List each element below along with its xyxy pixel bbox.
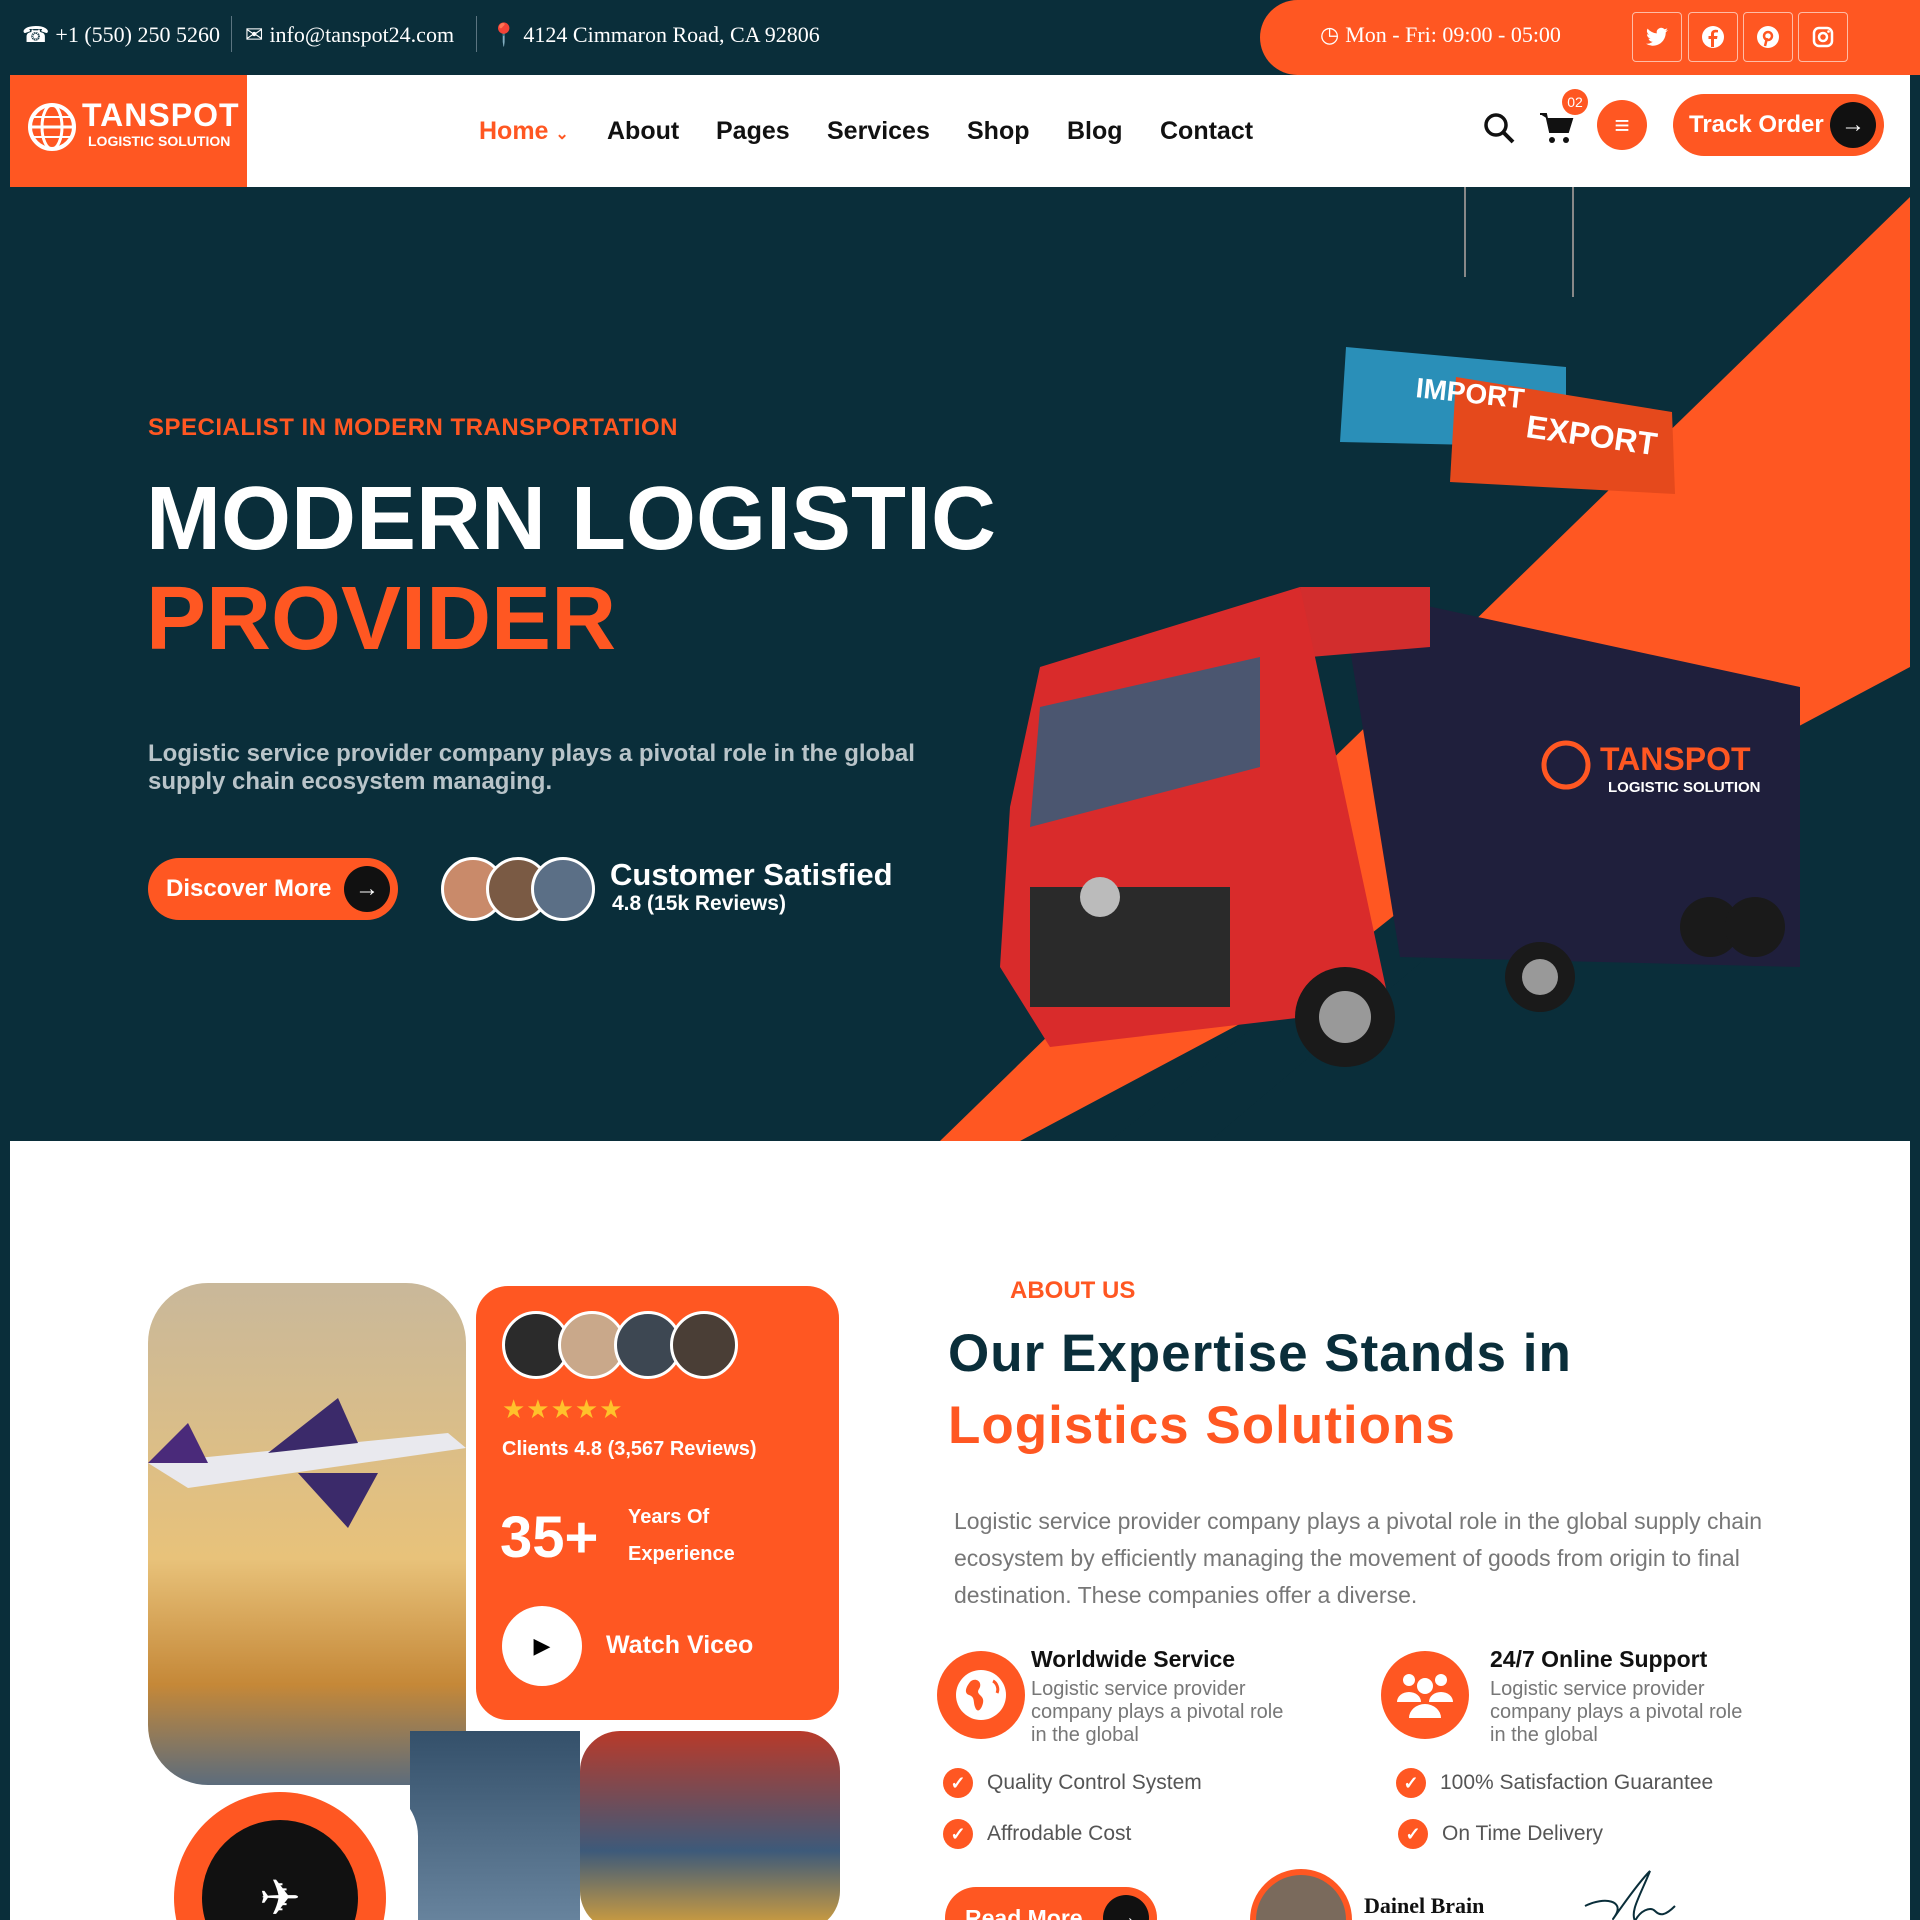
truck-logo-tagline: LOGISTIC SOLUTION	[1608, 779, 1761, 796]
cart-count-badge: 02	[1562, 89, 1588, 115]
checklist-item: ✓ Quality Control System	[943, 1768, 1202, 1798]
arrow-right-icon: →	[1103, 1895, 1149, 1920]
search-icon[interactable]	[1482, 111, 1516, 145]
check-icon: ✓	[1398, 1819, 1428, 1849]
feature-title: Worldwide Service	[1031, 1646, 1236, 1672]
divider	[231, 16, 232, 52]
author-avatar	[1250, 1869, 1352, 1920]
facebook-icon[interactable]	[1688, 12, 1738, 62]
customer-satisfied-title: Customer Satisfied	[610, 857, 893, 892]
nav-about[interactable]: About	[607, 117, 679, 146]
play-icon: ▶	[533, 1633, 551, 1658]
check-icon: ✓	[1396, 1768, 1426, 1798]
nav-blog[interactable]: Blog	[1067, 117, 1123, 146]
arrow-right-icon: →	[1830, 102, 1876, 148]
train-image	[580, 1731, 840, 1920]
divider	[476, 16, 477, 52]
track-order-button[interactable]: Track Order →	[1673, 94, 1884, 156]
check-icon: ✓	[943, 1768, 973, 1798]
signature-image	[1584, 1870, 1676, 1920]
users-icon	[1381, 1651, 1469, 1739]
checklist-label: 100% Satisfaction Guarantee	[1440, 1771, 1714, 1794]
checklist-label: Affrodable Cost	[987, 1822, 1132, 1845]
cart-icon[interactable]	[1538, 111, 1574, 145]
nav-pages[interactable]: Pages	[716, 117, 790, 146]
envelope-icon: ✉	[245, 22, 264, 47]
map-pin-icon: 📍	[490, 22, 518, 47]
play-video-button[interactable]: ▶	[502, 1606, 582, 1686]
client-avatars	[502, 1311, 738, 1379]
customer-avatars	[441, 857, 601, 921]
hours: ◷ Mon - Fri: 09:00 - 05:00	[1320, 22, 1561, 47]
hero-description: Logistic service provider company plays …	[148, 740, 915, 795]
phone-contact[interactable]: ☎ +1 (550) 250 5260	[22, 22, 220, 48]
about-title-line2: Logistics Solutions	[948, 1396, 1456, 1455]
checklist-item: ✓ On Time Delivery	[1398, 1819, 1603, 1849]
logo[interactable]: TANSPOT LOGISTIC SOLUTION	[10, 75, 247, 187]
avatar	[531, 857, 595, 921]
truck-logo-name: TANSPOT	[1600, 741, 1751, 777]
check-icon: ✓	[943, 1819, 973, 1849]
nav-home-label: Home	[479, 117, 549, 145]
address: 📍 4124 Cimmaron Road, CA 92806	[490, 22, 820, 47]
chevron-down-icon: ⌄	[555, 126, 569, 143]
stats-card: ★★★★★ Clients 4.8 (3,567 Reviews) 35+ Ye…	[468, 1278, 847, 1728]
read-more-button[interactable]: Read More →	[945, 1887, 1157, 1920]
hero-section: IMPORT EXPORT TANSPOT LOGISTIC SOLUTION …	[10, 187, 1910, 1141]
checklist-item: ✓ 100% Satisfaction Guarantee	[1396, 1768, 1713, 1798]
feature-text: Logistic service provider company plays …	[1490, 1678, 1743, 1746]
globe-icon	[937, 1651, 1025, 1739]
nav-services[interactable]: Services	[827, 117, 930, 146]
hamburger-icon: ≡	[1614, 109, 1630, 140]
about-title-line1: Our Expertise Stands in	[948, 1324, 1572, 1383]
star-rating: ★★★★★	[502, 1394, 624, 1424]
track-order-label: Track Order	[1689, 111, 1824, 138]
menu-toggle-button[interactable]: ≡	[1597, 100, 1647, 150]
nav-home[interactable]: Home ⌄	[479, 117, 569, 146]
feature-title: 24/7 Online Support	[1490, 1646, 1708, 1672]
clock-icon: ◷	[1320, 22, 1340, 47]
hero-title-line1: MODERN LOGISTIC	[146, 469, 996, 569]
checklist-label: On Time Delivery	[1442, 1822, 1604, 1845]
author-name: Dainel Brain	[1364, 1893, 1485, 1918]
top-bar: ☎ +1 (550) 250 5260 ✉ info@tanspot24.com 📍…	[0, 0, 1920, 75]
twitter-icon[interactable]	[1632, 12, 1682, 62]
customer-rating: 4.8 (15k Reviews)	[612, 892, 786, 915]
discover-more-label: Discover More	[166, 875, 332, 902]
hero-eyebrow: SPECIALIST IN MODERN TRANSPORTATION	[148, 414, 678, 441]
about-description: Logistic service provider company plays …	[954, 1508, 1762, 1608]
watch-video-link[interactable]: Watch Viceo	[606, 1631, 753, 1660]
instagram-icon[interactable]	[1798, 12, 1848, 62]
about-section: ★★★★★ Clients 4.8 (3,567 Reviews) 35+ Ye…	[10, 1141, 1910, 1920]
years-label: Years Of	[628, 1506, 710, 1528]
nav-contact[interactable]: Contact	[1160, 117, 1253, 146]
pinterest-icon[interactable]	[1743, 12, 1793, 62]
logo-name: TANSPOT	[82, 97, 240, 133]
phone-icon: ☎	[22, 22, 50, 47]
about-eyebrow: ABOUT US	[1010, 1277, 1136, 1304]
globe-logo-icon	[28, 103, 76, 151]
experience-label: Experience	[628, 1543, 735, 1565]
feature-text: Logistic service provider company plays …	[1031, 1678, 1284, 1746]
logo-tagline: LOGISTIC SOLUTION	[88, 133, 231, 149]
main-navigation: TANSPOT LOGISTIC SOLUTION Home ⌄ About P…	[10, 75, 1910, 187]
read-more-label: Read More	[965, 1904, 1083, 1920]
nav-shop[interactable]: Shop	[967, 117, 1030, 146]
checklist-label: Quality Control System	[987, 1771, 1202, 1794]
years-count: 35+	[500, 1505, 599, 1570]
checklist-item: ✓ Affrodable Cost	[943, 1819, 1131, 1849]
airplane-icon: ✈	[202, 1820, 358, 1920]
hours-panel: ◷ Mon - Fri: 09:00 - 05:00	[1260, 0, 1920, 75]
email-contact[interactable]: ✉ info@tanspot24.com	[245, 22, 454, 48]
client-rating: Clients 4.8 (3,567 Reviews)	[502, 1438, 757, 1460]
airplane-image	[148, 1283, 466, 1785]
avatar	[670, 1311, 738, 1379]
cargo-ship-image	[410, 1731, 580, 1920]
arrow-right-icon: →	[344, 866, 390, 912]
hero-title-line2: PROVIDER	[146, 569, 617, 669]
discover-more-button[interactable]: Discover More →	[148, 858, 398, 920]
